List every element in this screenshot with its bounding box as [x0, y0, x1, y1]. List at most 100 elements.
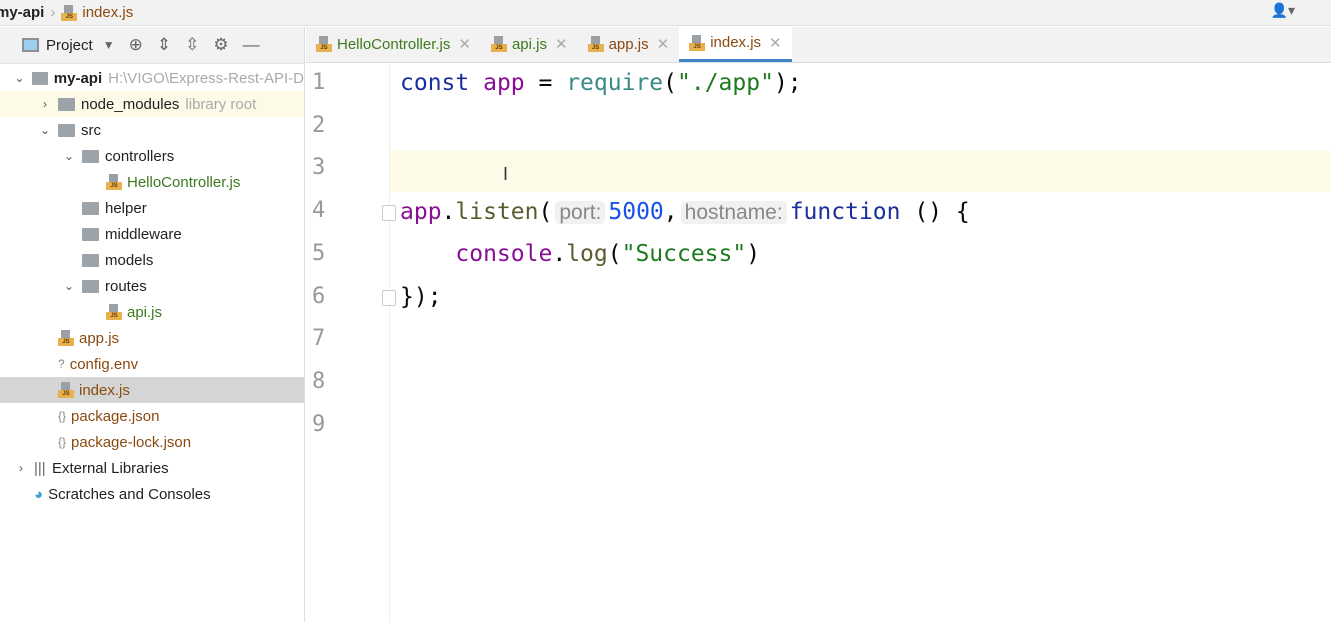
close-icon[interactable]: ✕	[657, 35, 670, 53]
tree-item[interactable]: middleware	[0, 221, 304, 247]
code-line-4[interactable]: app.listen(port: 5000, hostname: function (…	[400, 199, 970, 225]
text-cursor-icon: I	[503, 164, 509, 184]
project-view-selector[interactable]: Project	[46, 37, 93, 54]
tree-item[interactable]: api.js	[0, 299, 304, 325]
close-icon[interactable]: ✕	[458, 35, 471, 53]
tree-item[interactable]: › node_modules library root	[0, 91, 304, 117]
fold-icon[interactable]	[382, 205, 396, 221]
js-file-icon	[106, 174, 122, 190]
line-number: 9	[312, 411, 326, 437]
js-file-icon	[490, 36, 507, 52]
tab-label: index.js	[710, 34, 762, 51]
tree-item-label: package.json	[71, 407, 160, 425]
tree-item-label: src	[81, 121, 101, 139]
close-icon[interactable]: ✕	[555, 35, 568, 53]
tree-item-label: app.js	[79, 329, 120, 347]
tree-item[interactable]: {} package-lock.json	[0, 429, 304, 455]
folder-icon	[82, 253, 99, 267]
tree-item[interactable]: ⌄ controllers	[0, 143, 304, 169]
fold-end-icon[interactable]	[382, 290, 396, 306]
tab-label: api.js	[511, 35, 547, 53]
line-number: 4	[312, 198, 326, 224]
line-number: 8	[312, 368, 326, 394]
expand-all-icon[interactable]: ⇕	[157, 35, 171, 55]
js-file-icon	[61, 4, 78, 21]
minimize-icon[interactable]: —	[243, 35, 260, 55]
js-file-icon	[316, 36, 332, 52]
tree-item-label: routes	[105, 277, 147, 295]
js-file-icon	[587, 36, 604, 52]
line-number: 3	[312, 155, 326, 181]
tree-item[interactable]: ? config.env	[0, 351, 304, 377]
chevron-right-icon[interactable]: ›	[14, 461, 28, 475]
gear-icon[interactable]: ⚙	[213, 35, 228, 55]
tree-item[interactable]: HelloController.js	[0, 169, 304, 195]
tree-item[interactable]: ⌄ my-api H:\VIGO\Express-Rest-API-D	[0, 65, 304, 91]
tab-hellocontroller-js[interactable]: HelloController.js ✕	[306, 26, 481, 62]
tree-item[interactable]: ⌄ src	[0, 117, 304, 143]
tab-label: app.js	[608, 35, 649, 53]
tree-item-label: config.env	[69, 355, 139, 373]
breadcrumb-root[interactable]: my-api	[0, 4, 44, 21]
tree-item[interactable]: ◕ Scratches and Consoles	[0, 481, 304, 507]
tree-item-label: node_modules	[81, 95, 180, 113]
tree-item-label: helper	[105, 199, 147, 217]
line-number: 5	[312, 240, 326, 266]
folder-icon	[82, 279, 99, 293]
tree-item[interactable]: models	[0, 247, 304, 273]
line-number: 6	[312, 283, 326, 309]
folder-icon	[32, 71, 48, 85]
tree-item[interactable]: index.js	[0, 377, 304, 403]
chevron-down-icon[interactable]: ⌄	[62, 149, 76, 163]
chevron-down-icon[interactable]: ⌄	[62, 279, 76, 293]
tree-item-hint: H:\VIGO\Express-Rest-API-D	[108, 69, 305, 87]
tree-item-label: index.js	[79, 381, 130, 399]
code-line-6[interactable]: });	[400, 284, 442, 310]
tree-item-label: my-api	[53, 69, 103, 87]
tree-item[interactable]: › ||| External Libraries	[0, 455, 304, 481]
tree-item[interactable]: {} package.json	[0, 403, 304, 429]
project-panel: Project ▼ ⊕ ⇕ ⇳ ⚙ — ⌄ my-api H:\VIGO\Expre…	[0, 27, 305, 622]
scratches-icon: ◕	[34, 485, 44, 503]
parameter-hint-hostname: hostname:	[680, 201, 787, 224]
editor-tabs: HelloController.js✕api.js✕app.js✕index.j…	[306, 26, 1331, 63]
breadcrumb-file[interactable]: index.js	[82, 4, 133, 21]
tree-item-label: models	[105, 251, 154, 269]
tree-item[interactable]: helper	[0, 195, 304, 221]
tree-item[interactable]: ⌄ routes	[0, 273, 304, 299]
folder-icon	[58, 123, 75, 137]
folder-icon	[58, 97, 75, 111]
chevron-down-icon[interactable]: ▼	[103, 38, 115, 52]
tree-item-label: Scratches and Consoles	[48, 485, 211, 503]
collapse-all-icon[interactable]: ⇳	[185, 35, 199, 55]
tab-label: HelloController.js	[337, 35, 451, 53]
parameter-hint-port: port:	[555, 201, 606, 224]
breadcrumb-separator: ›	[50, 4, 56, 21]
tree-item-label: package-lock.json	[71, 433, 192, 451]
tree-item-label: api.js	[127, 303, 163, 321]
folder-icon	[82, 149, 99, 163]
js-file-icon	[58, 330, 74, 346]
line-number: 2	[312, 112, 326, 138]
code-line-5[interactable]: console.log("Success")	[400, 241, 760, 267]
locate-icon[interactable]: ⊕	[129, 35, 143, 55]
js-file-icon	[689, 34, 706, 51]
close-icon[interactable]: ✕	[769, 34, 782, 52]
tree-item-label: middleware	[105, 225, 182, 243]
json-file-icon: {}	[58, 409, 67, 423]
tab-index-js[interactable]: index.js ✕	[679, 26, 792, 62]
chevron-down-icon[interactable]: ⌄	[13, 71, 26, 85]
json-file-icon: {}	[58, 435, 67, 449]
chevron-right-icon[interactable]: ›	[38, 97, 52, 111]
library-icon: |||	[34, 459, 47, 477]
chevron-down-icon[interactable]: ⌄	[38, 123, 52, 137]
code-line-1[interactable]: const app = require("./app");	[400, 70, 802, 96]
user-icon[interactable]: 👤▾	[1271, 2, 1295, 19]
js-file-icon	[58, 382, 74, 398]
project-view-icon	[22, 38, 39, 52]
tree-item[interactable]: app.js	[0, 325, 304, 351]
navigation-bar: my-api › index.js 👤▾	[0, 0, 1331, 26]
tree-item-label: HelloController.js	[127, 173, 241, 191]
tab-api-js[interactable]: api.js ✕	[481, 26, 578, 62]
tab-app-js[interactable]: app.js ✕	[578, 26, 680, 62]
